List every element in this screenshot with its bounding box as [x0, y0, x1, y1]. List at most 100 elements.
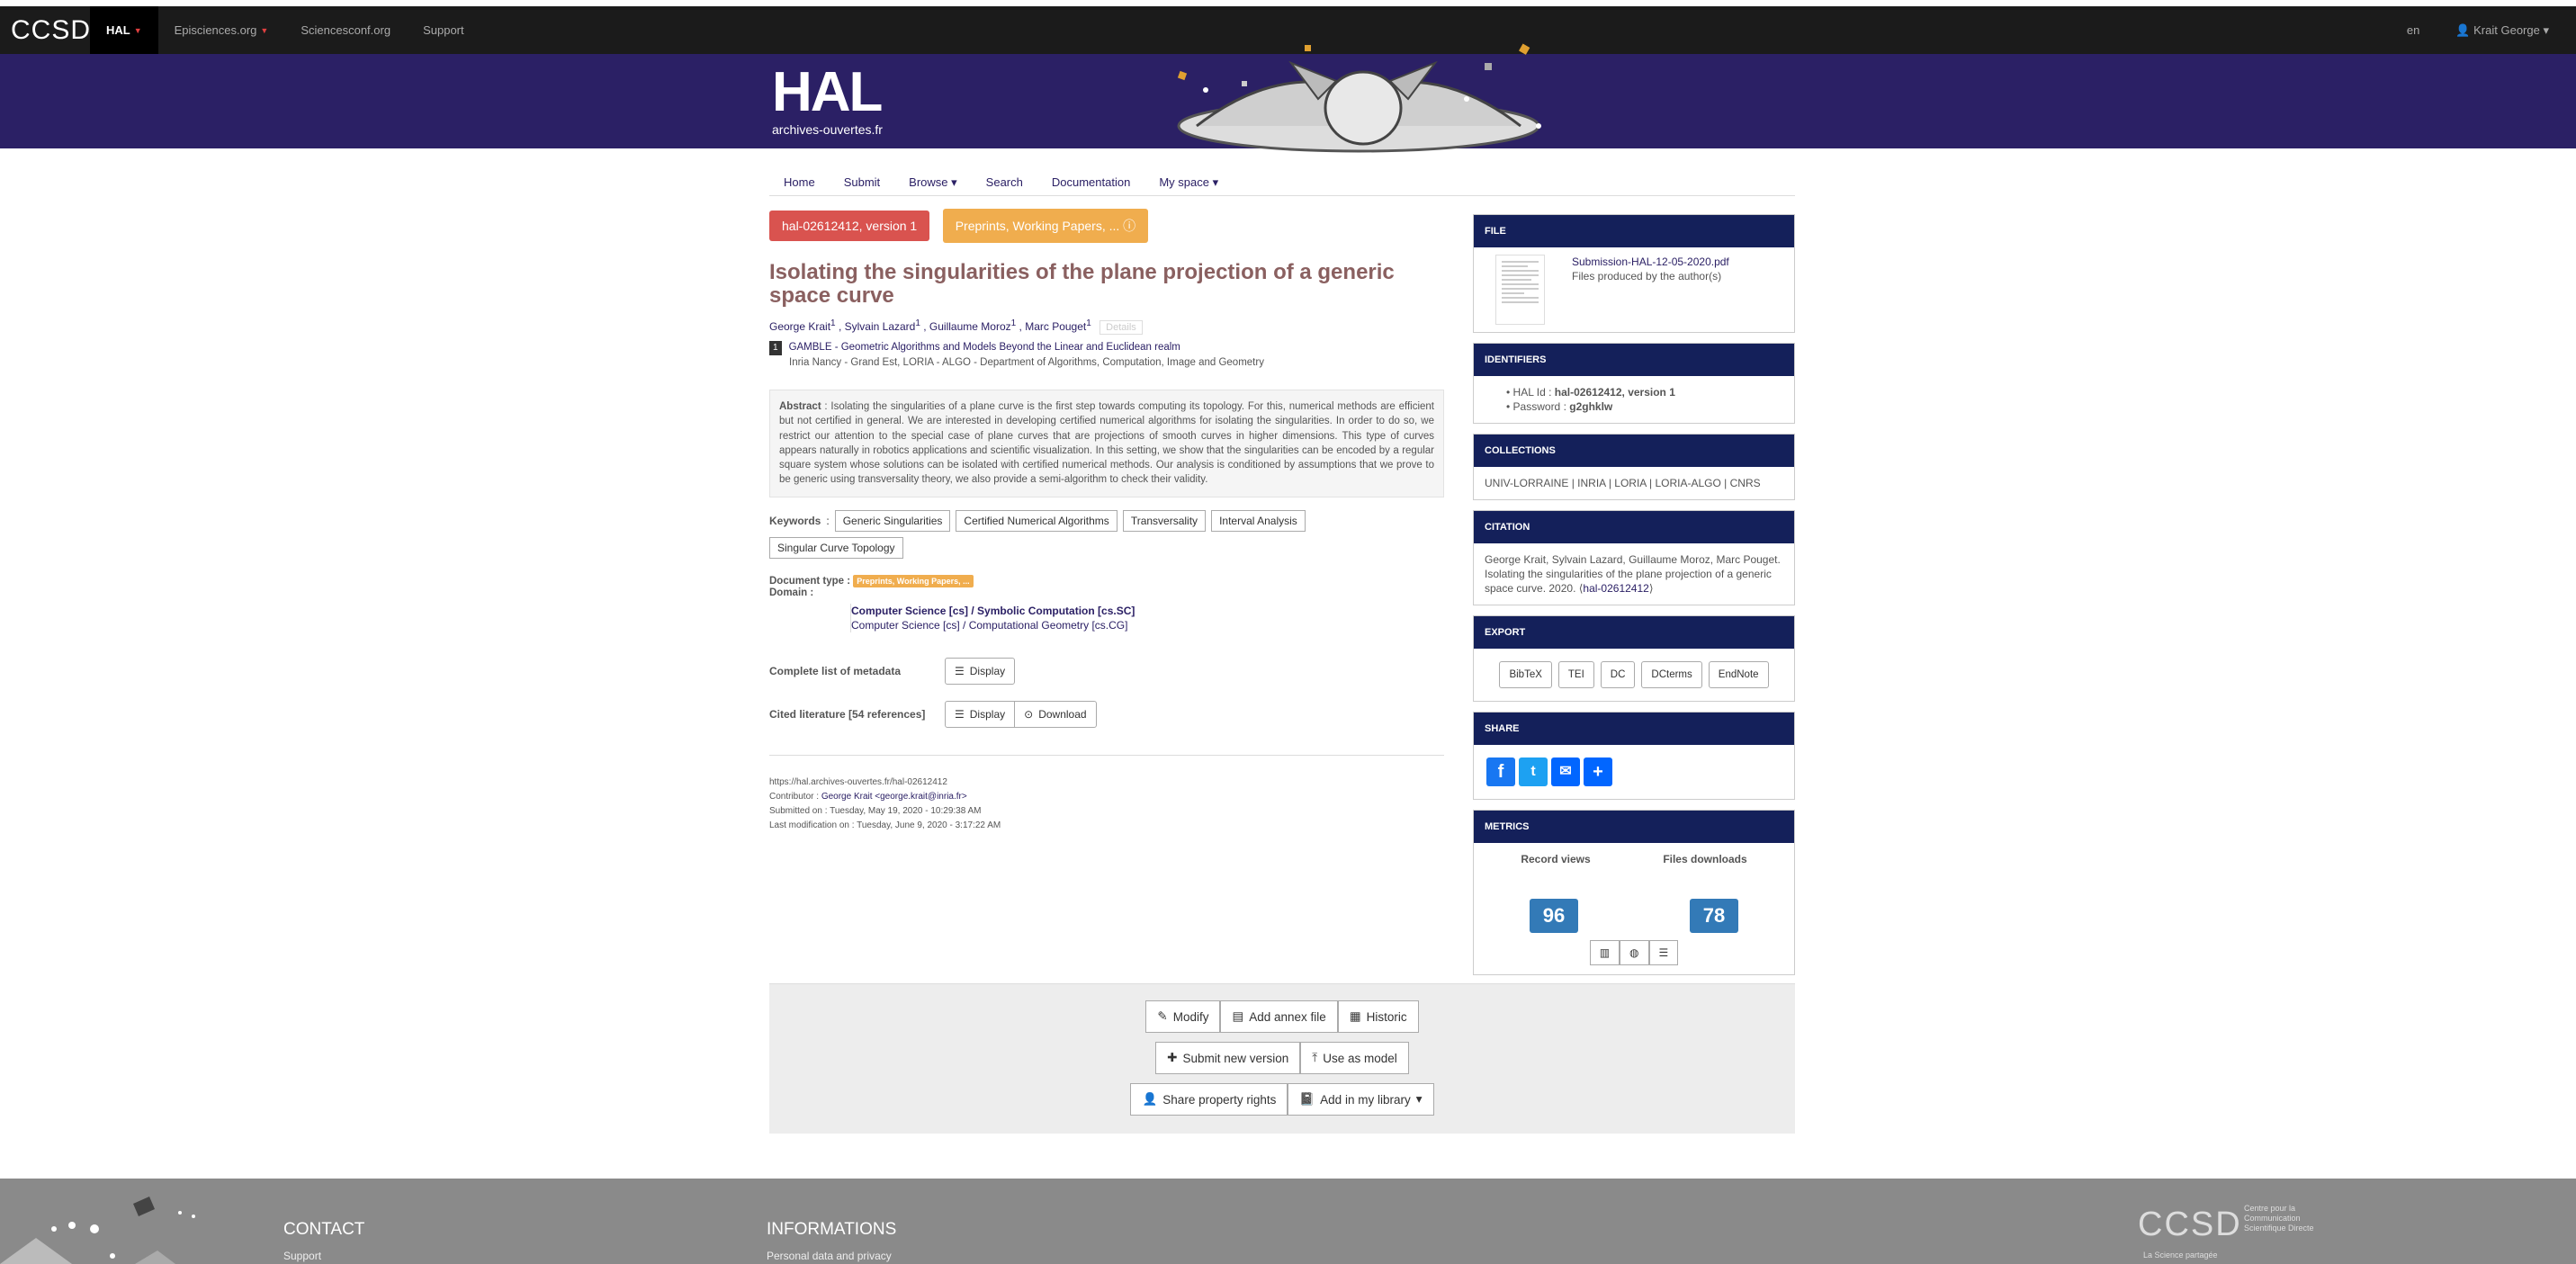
author-link[interactable]: George Krait: [769, 320, 830, 333]
subnav-documentation[interactable]: Documentation: [1037, 169, 1144, 195]
bar-chart-icon[interactable]: ▥: [1589, 940, 1620, 965]
domain-secondary[interactable]: Computer Science [cs] / Computational Ge…: [851, 618, 1444, 632]
export-bibtex-button[interactable]: BibTeX: [1499, 661, 1552, 688]
document-tags: hal-02612412, version 1 Preprints, Worki…: [769, 209, 1444, 243]
cited-literature-row: Cited literature [54 references] ☰ Displa…: [769, 700, 1444, 728]
files-downloads-label: Files downloads: [1663, 853, 1747, 865]
language-switch[interactable]: en: [2407, 23, 2419, 37]
user-menu[interactable]: 👤 Krait George ▾: [2455, 23, 2549, 38]
footer-decoration: [0, 1197, 195, 1264]
author-affiliation-sup: 1: [1010, 318, 1017, 328]
domain-primary[interactable]: Computer Science [cs] / Symbolic Computa…: [851, 604, 1444, 618]
share-more-icon[interactable]: +: [1584, 758, 1612, 786]
keyword-tag[interactable]: Transversality: [1122, 509, 1207, 532]
subnav-my-space[interactable]: My space ▾: [1144, 169, 1233, 195]
keyword-tag[interactable]: Interval Analysis: [1211, 509, 1306, 532]
metrics-labels: Record views Files downloads: [1474, 843, 1794, 866]
export-tei-button[interactable]: TEI: [1557, 661, 1594, 688]
globe-icon[interactable]: ◍: [1620, 940, 1649, 965]
user-icon: 👤: [2455, 22, 2474, 37]
actions-row-2: ✚ Submit new version ⤒ Use as model: [769, 1042, 1795, 1074]
metadata-row: Complete list of metadata ☰ Display: [769, 657, 1444, 685]
hal-logo[interactable]: HAL archives-ouvertes.fr: [772, 65, 883, 138]
nav-hal[interactable]: HAL ▼: [90, 6, 158, 54]
footer-ccsd-logo[interactable]: CCSD: [2138, 1206, 2242, 1244]
file-link[interactable]: Submission-HAL-12-05-2020.pdf: [1572, 255, 1729, 269]
subnav-home[interactable]: Home: [769, 169, 830, 195]
footer-support-link[interactable]: Support: [283, 1250, 321, 1262]
calendar-icon: ▦: [1349, 1009, 1361, 1023]
submit-new-version-button[interactable]: ✚ Submit new version: [1155, 1042, 1301, 1074]
chevron-down-icon: ▼: [260, 25, 269, 35]
collection-link[interactable]: CNRS: [1730, 477, 1761, 489]
use-as-model-button[interactable]: ⤒ Use as model: [1300, 1042, 1409, 1074]
keyword-tag[interactable]: Certified Numerical Algorithms: [956, 509, 1117, 532]
add-in-library-label: Add in my library: [1320, 1092, 1411, 1107]
file-body: Submission-HAL-12-05-2020.pdf Files prod…: [1474, 247, 1794, 332]
add-annex-label: Add annex file: [1249, 1009, 1326, 1024]
export-endnote-button[interactable]: EndNote: [1708, 661, 1769, 688]
chevron-down-icon: ▾: [1212, 175, 1219, 189]
author-affiliation-sup: 1: [1086, 318, 1091, 328]
secondary-nav: Home Submit Browse ▾ Search Documentatio…: [769, 169, 1795, 196]
add-in-library-button[interactable]: 📓 Add in my library ▾: [1288, 1083, 1434, 1116]
list-icon[interactable]: ☰: [1648, 940, 1679, 965]
abstract-label: Abstract: [779, 401, 821, 412]
chevron-down-icon: ▾: [951, 175, 957, 189]
pdf-thumbnail[interactable]: [1495, 255, 1545, 325]
collection-link[interactable]: UNIV-LORRAINE: [1485, 477, 1568, 489]
facebook-icon[interactable]: f: [1486, 758, 1515, 786]
citation-link[interactable]: hal-02612412: [1583, 582, 1648, 595]
subnav-submit[interactable]: Submit: [830, 169, 894, 195]
modify-button[interactable]: ✎ Modify: [1145, 1000, 1221, 1033]
contributor-link[interactable]: George Krait <george.krait@inria.fr>: [821, 792, 967, 802]
keywords-label: Keywords: [769, 514, 821, 527]
banner-illustration: [1177, 43, 1541, 153]
sidebar: FILE Submission-HAL-12-05-2020.pdf Files…: [1473, 214, 1795, 985]
files-downloads-count: 78: [1690, 899, 1738, 933]
domain-label: Domain :: [769, 587, 814, 598]
ccsd-logo[interactable]: CCSD: [11, 15, 91, 46]
user-name: Krait George: [2473, 22, 2540, 37]
metadata-display-button[interactable]: ☰ Display: [945, 657, 1016, 685]
collection-link[interactable]: LORIA: [1614, 477, 1646, 489]
keyword-tag[interactable]: Generic Singularities: [834, 509, 951, 532]
author-link[interactable]: Guillaume Moroz: [929, 320, 1011, 333]
email-icon[interactable]: ✉: [1551, 758, 1580, 786]
subnav-my-space-label: My space: [1159, 175, 1209, 189]
export-dc-button[interactable]: DC: [1600, 661, 1636, 688]
cited-download-button[interactable]: ⊙ Download: [1015, 700, 1097, 728]
collection-link[interactable]: LORIA-ALGO: [1655, 477, 1720, 489]
nav-sciencesconf[interactable]: Sciencesconf.org: [284, 6, 407, 54]
collections-header: COLLECTIONS: [1474, 435, 1794, 467]
file-header: FILE: [1474, 215, 1794, 247]
version-tag[interactable]: hal-02612412, version 1: [769, 211, 930, 241]
details-button[interactable]: Details: [1100, 320, 1143, 335]
pencil-icon: ✎: [1157, 1009, 1168, 1023]
share-property-rights-button[interactable]: 👤 Share property rights: [1130, 1083, 1288, 1116]
subnav-search[interactable]: Search: [972, 169, 1037, 195]
subnav-browse[interactable]: Browse ▾: [894, 169, 972, 195]
affiliation-link[interactable]: GAMBLE - Geometric Algorithms and Models…: [789, 342, 1180, 353]
author-link[interactable]: Marc Pouget: [1025, 320, 1086, 333]
author-link[interactable]: Sylvain Lazard: [845, 320, 916, 333]
footer-privacy-link[interactable]: Personal data and privacy: [767, 1250, 892, 1262]
nav-episciences[interactable]: Episciences.org ▼: [158, 6, 285, 54]
share-box: SHARE f t ✉ +: [1473, 712, 1795, 800]
document-url[interactable]: https://hal.archives-ouvertes.fr/hal-026…: [769, 775, 1444, 790]
chevron-down-icon: ▾: [1415, 1092, 1423, 1106]
collection-link[interactable]: INRIA: [1577, 477, 1605, 489]
hal-logo-subtitle: archives-ouvertes.fr: [772, 122, 883, 137]
export-box: EXPORT BibTeX TEI DC DCterms EndNote: [1473, 615, 1795, 702]
cited-display-button[interactable]: ☰ Display: [945, 700, 1016, 728]
keyword-tag[interactable]: Singular Curve Topology: [769, 536, 903, 559]
twitter-icon[interactable]: t: [1519, 758, 1548, 786]
export-dcterms-button[interactable]: DCterms: [1641, 661, 1702, 688]
document-actions: ✎ Modify ▤ Add annex file ▦ Historic ✚ Submi…: [769, 983, 1795, 1134]
nav-support[interactable]: Support: [407, 6, 480, 54]
add-annex-button[interactable]: ▤ Add annex file: [1220, 1000, 1338, 1033]
cited-literature-label: Cited literature [54 references]: [769, 707, 926, 721]
citation-box: CITATION George Krait, Sylvain Lazard, G…: [1473, 510, 1795, 605]
doctype-tag[interactable]: Preprints, Working Papers, ... ⓘ: [942, 209, 1149, 243]
historic-button[interactable]: ▦ Historic: [1337, 1000, 1419, 1033]
